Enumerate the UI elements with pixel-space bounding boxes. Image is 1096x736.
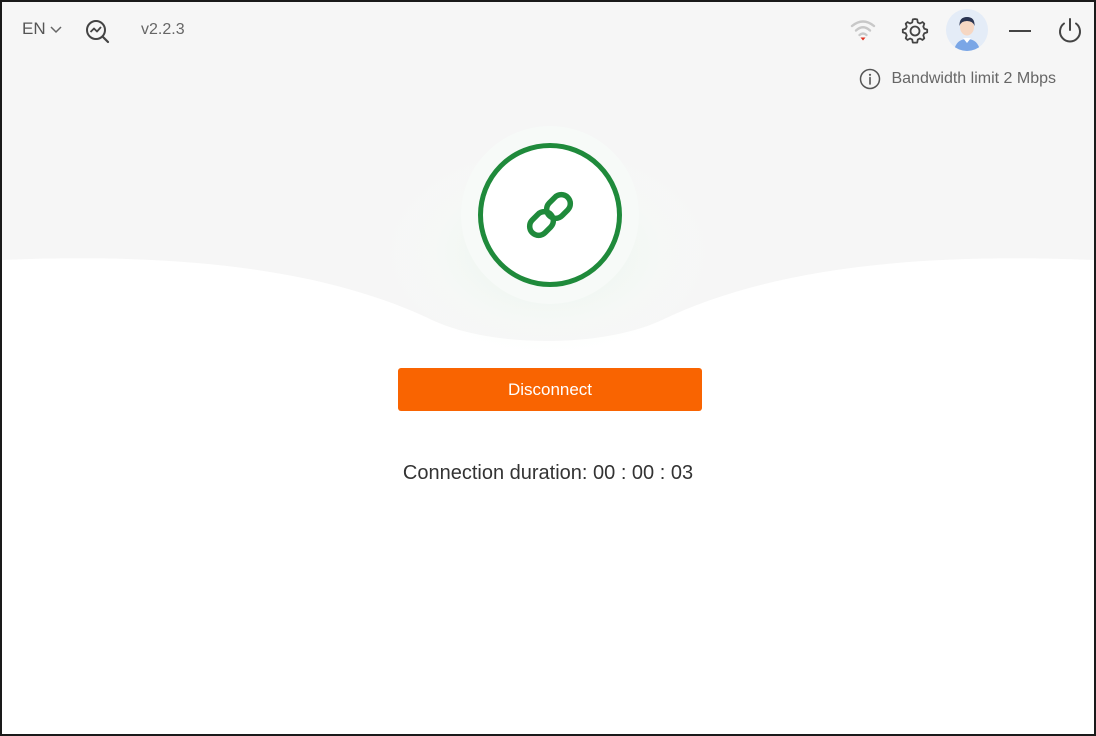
language-label: EN [22, 19, 46, 38]
search-chart-icon[interactable] [84, 18, 110, 44]
chevron-down-icon [50, 26, 62, 34]
app-window: EN v2.2.3 Bandwidth limit 2 Mbps Disconn… [0, 0, 1096, 736]
language-selector[interactable]: EN [22, 19, 63, 39]
user-avatar[interactable] [946, 9, 988, 51]
info-icon [860, 68, 881, 90]
minimize-icon[interactable] [1007, 16, 1033, 46]
bandwidth-limit-notice: Bandwidth limit 2 Mbps [859, 68, 1056, 90]
connection-duration: Connection duration: 00 : 00 : 03 [402, 462, 694, 484]
gear-icon[interactable] [900, 16, 930, 46]
power-icon[interactable] [1055, 16, 1085, 46]
bandwidth-limit-text: Bandwidth limit 2 Mbps [891, 70, 1056, 87]
wifi-icon[interactable] [849, 16, 877, 44]
link-icon [526, 191, 574, 239]
disconnect-button[interactable]: Disconnect [398, 368, 702, 411]
user-avatar-icon [946, 9, 988, 51]
version-label: v2.2.3 [141, 21, 185, 38]
connection-status-ring[interactable] [478, 143, 622, 287]
